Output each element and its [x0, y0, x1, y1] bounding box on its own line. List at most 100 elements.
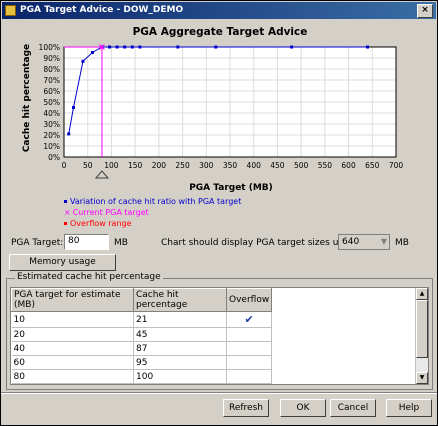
table-cell: 21	[133, 311, 227, 328]
pga-target-input[interactable]: 80	[64, 234, 109, 250]
chart-range-select[interactable]: 640 ▼	[338, 234, 390, 250]
group-title: Estimated cache hit percentage	[15, 272, 163, 282]
chart-range-value: 640	[342, 237, 360, 247]
pga-target-value: 80	[68, 236, 80, 246]
legend-current: × Current PGA target	[64, 208, 149, 217]
data-point	[290, 45, 294, 49]
y-tick-label: 0%	[48, 153, 60, 162]
column-header[interactable]: PGA target for estimate (MB)	[11, 288, 134, 312]
column-header[interactable]: Overflow	[225, 288, 273, 312]
data-point	[214, 45, 218, 49]
table-cell: 45	[133, 327, 227, 342]
legend-current-label: Current PGA target	[72, 208, 149, 217]
x-tick-label: 300	[199, 161, 214, 170]
legend-overflow-marker	[64, 222, 67, 225]
table-scrollbar[interactable]: ▲ ▼	[415, 288, 428, 384]
y-tick-label: 50%	[43, 98, 60, 107]
table-header-row: PGA target for estimate (MB) Cache hit p…	[11, 288, 273, 312]
ok-button[interactable]: OK	[280, 399, 326, 417]
scroll-up-icon[interactable]: ▲	[416, 288, 428, 300]
table-row[interactable]: 96 100	[11, 383, 273, 384]
y-tick-label: 70%	[43, 76, 60, 85]
x-tick-label: 650	[365, 161, 380, 170]
pga-target-advice-window: PGA Target Advice - DOW_DEMO × PGA Aggre…	[0, 0, 438, 426]
table-cell: 40	[11, 341, 134, 356]
x-tick-label: 100	[104, 161, 119, 170]
data-point	[71, 106, 75, 109]
legend-current-marker: ×	[64, 208, 71, 217]
table-cell	[226, 383, 273, 384]
table-row[interactable]: 80 100	[11, 369, 273, 384]
table-row[interactable]: 60 95	[11, 355, 273, 370]
legend-series: Variation of cache hit ratio with PGA ta…	[64, 197, 241, 206]
table-row[interactable]: 40 87	[11, 341, 273, 356]
data-point	[138, 45, 142, 49]
y-tick-label: 40%	[43, 109, 60, 118]
legend-overflow: Overflow range	[64, 219, 132, 228]
target-slider-handle	[94, 170, 110, 179]
data-point	[67, 132, 71, 136]
y-tick-label: 60%	[43, 87, 60, 96]
chevron-down-icon: ▼	[380, 237, 387, 246]
data-point	[115, 45, 119, 49]
x-tick-label: 150	[128, 161, 143, 170]
x-tick-label: 0	[62, 161, 67, 170]
overflow-check-icon: ✔	[226, 311, 273, 328]
table-cell: 100	[133, 383, 227, 384]
table-cell	[226, 369, 273, 384]
help-button[interactable]: Help	[386, 399, 432, 417]
y-tick-label: 80%	[43, 65, 60, 74]
data-point	[90, 51, 94, 54]
data-point	[130, 45, 134, 49]
x-tick-label: 500	[294, 161, 309, 170]
table-cell: 96	[11, 383, 134, 384]
data-point	[123, 45, 127, 49]
legend-series-marker	[64, 200, 67, 203]
legend-overflow-label: Overflow range	[70, 219, 132, 228]
x-tick-label: 450	[270, 161, 285, 170]
table-cell	[226, 327, 273, 342]
x-axis-label: PGA Target (MB)	[189, 183, 273, 193]
y-tick-label: 30%	[43, 120, 60, 129]
scroll-down-icon[interactable]: ▼	[416, 372, 428, 384]
table-row[interactable]: 10 21 ✔	[11, 311, 273, 328]
footer-divider	[1, 392, 437, 394]
pga-target-unit: MB	[114, 238, 128, 248]
table-cell: 95	[133, 355, 227, 370]
legend-series-label: Variation of cache hit ratio with PGA ta…	[70, 197, 242, 206]
x-tick-label: 400	[247, 161, 262, 170]
table-cell: 60	[11, 355, 134, 370]
x-tick-label: 550	[318, 161, 333, 170]
column-header[interactable]: Cache hit percentage	[133, 288, 227, 312]
pga-target-label: PGA Target:	[11, 238, 64, 248]
x-tick-label: 250	[175, 161, 190, 170]
x-tick-label: 200	[152, 161, 167, 170]
cancel-button[interactable]: Cancel	[330, 399, 376, 417]
chart-range-label: Chart should display PGA target sizes up…	[161, 238, 357, 248]
refresh-button[interactable]: Refresh	[223, 399, 269, 417]
table-cell: 10	[11, 311, 134, 328]
data-point	[176, 45, 180, 49]
data-point	[81, 59, 85, 63]
x-tick-label: 600	[341, 161, 356, 170]
table-cell: 80	[11, 369, 134, 384]
y-tick-label: 100%	[39, 43, 60, 52]
pga-advice-chart: 0 50 100 150 200 250 300 350 400 450 500 550 600 650 7…	[39, 43, 404, 179]
table-cell	[226, 341, 273, 356]
x-tick-label: 700	[389, 161, 404, 170]
y-tick-label: 90%	[43, 54, 60, 63]
y-tick-label: 10%	[43, 142, 60, 151]
table-cell: 87	[133, 341, 227, 356]
estimate-table: PGA target for estimate (MB) Cache hit p…	[10, 287, 429, 385]
data-point	[366, 45, 370, 49]
scroll-thumb[interactable]	[416, 300, 428, 358]
table-cell: 20	[11, 327, 134, 342]
memory-usage-details-button[interactable]: Memory usage details...	[9, 254, 116, 282]
y-tick-label: 20%	[43, 131, 60, 140]
x-tick-label: 50	[83, 161, 93, 170]
table-row[interactable]: 20 45	[11, 327, 273, 342]
table-cell: 100	[133, 369, 227, 384]
chart-range-unit: MB	[395, 238, 409, 248]
data-point	[108, 45, 112, 49]
x-tick-label: 350	[223, 161, 238, 170]
